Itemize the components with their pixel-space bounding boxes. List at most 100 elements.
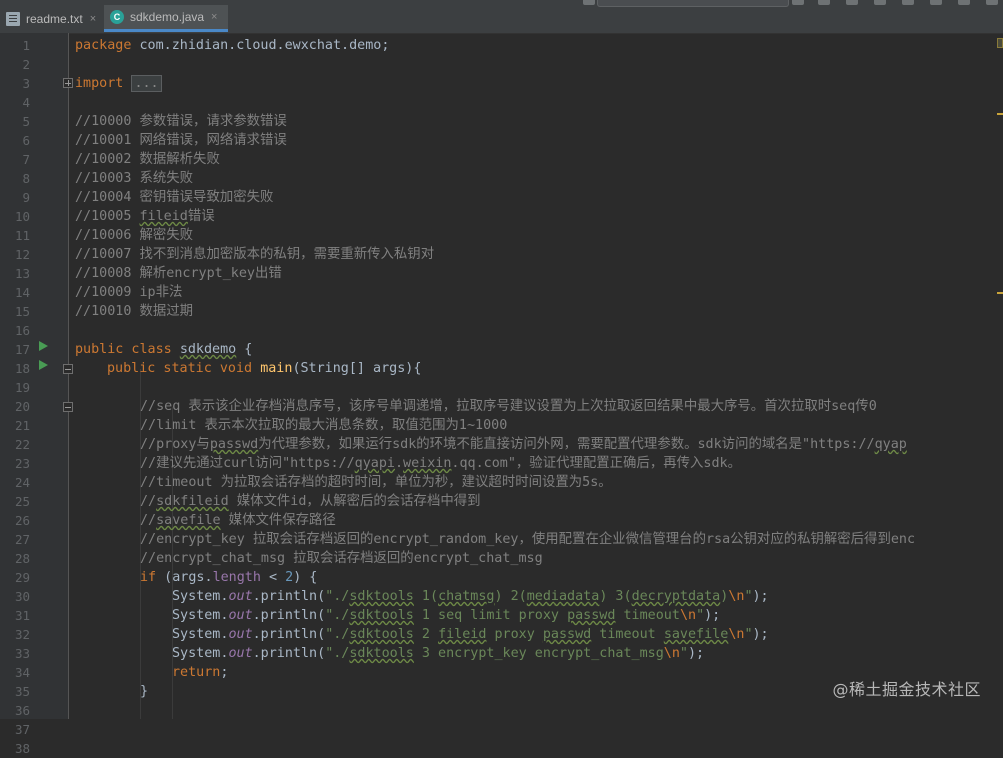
code-line-16: //10009 ip非法 <box>75 285 183 300</box>
java-class-icon: C <box>110 10 124 24</box>
line-number: 10 <box>14 209 30 224</box>
line-number: 25 <box>14 494 30 509</box>
watermark: @稀土掘金技术社区 <box>832 680 981 699</box>
editor-tab-bar: readme.txt × C sdkdemo.java × <box>0 0 1003 34</box>
code-line-12: //10005 fileid错误 <box>75 209 215 224</box>
tab-label: sdkdemo.java <box>130 10 205 24</box>
line-number: 38 <box>14 741 30 756</box>
code-line-3: import ... <box>75 74 162 93</box>
line-number: 9 <box>22 190 30 205</box>
line-number: 8 <box>22 171 30 186</box>
code-line-32: System.out.println("./sdktools 1(chatmsg… <box>172 589 769 604</box>
line-number: 18 <box>14 361 30 376</box>
code-line-20: public static void main(String[] args){ <box>107 361 422 376</box>
code-line-27: //sdkfileid 媒体文件id，从解密后的会话存档中得到 <box>140 494 481 509</box>
tab-readme[interactable]: readme.txt × <box>0 5 104 32</box>
line-number: 31 <box>14 608 30 623</box>
search-everywhere-box[interactable] <box>597 0 789 7</box>
line-number: 4 <box>22 95 30 110</box>
line-number: 14 <box>14 285 30 300</box>
expand-fold-icon[interactable] <box>63 78 73 88</box>
profile-icon[interactable] <box>902 0 914 5</box>
code-line-33: System.out.println("./sdktools 1 seq lim… <box>172 608 721 623</box>
line-number: 36 <box>14 703 30 718</box>
line-number: 16 <box>14 323 30 338</box>
folded-imports[interactable]: ... <box>131 75 162 92</box>
code-line-30: //encrypt_chat_msg 拉取会话存档返回的encrypt_chat… <box>140 551 543 566</box>
line-number: 32 <box>14 627 30 642</box>
line-number: 21 <box>14 418 30 433</box>
debug-icon[interactable] <box>846 0 858 5</box>
line-number: 27 <box>14 532 30 547</box>
close-icon[interactable]: × <box>90 13 96 25</box>
code-line-28: //savefile 媒体文件保存路径 <box>140 513 336 528</box>
code-line-11: //10004 密钥错误导致加密失败 <box>75 190 274 205</box>
code-line-1: package com.zhidian.cloud.ewxchat.demo; <box>75 38 390 53</box>
line-number: 26 <box>14 513 30 528</box>
code-line-24: //proxy与passwd为代理参数，如果运行sdk的环境不能直接访问外网，需… <box>140 437 907 452</box>
line-number: 23 <box>14 456 30 471</box>
line-number: 17 <box>14 342 30 357</box>
line-number: 1 <box>22 38 30 53</box>
code-line-36: return; <box>172 665 229 680</box>
line-number: 19 <box>14 380 30 395</box>
line-number: 11 <box>14 228 30 243</box>
line-number: 22 <box>14 437 30 452</box>
vcs-icon[interactable] <box>958 0 970 5</box>
code-line-17: //10010 数据过期 <box>75 304 194 319</box>
dropdown-icon[interactable] <box>583 0 595 5</box>
text-file-icon <box>6 11 20 26</box>
code-line-10: //10003 系统失败 <box>75 171 194 186</box>
line-number: 2 <box>22 57 30 72</box>
warning-marker[interactable] <box>997 113 1003 115</box>
line-number: 30 <box>14 589 30 604</box>
run-class-icon[interactable] <box>39 341 48 351</box>
inspection-status-icon[interactable] <box>997 38 1003 48</box>
line-number: 6 <box>22 133 30 148</box>
code-line-15: //10008 解析encrypt_key出错 <box>75 266 282 281</box>
warning-marker[interactable] <box>997 292 1003 294</box>
line-number: 13 <box>14 266 30 281</box>
code-line-23: //limit 表示本次拉取的最大消息条数，取值范围为1~1000 <box>140 418 508 433</box>
code-line-19: public class sdkdemo { <box>75 342 253 357</box>
line-number: 29 <box>14 570 30 585</box>
code-line-26: //timeout 为拉取会话存档的超时时间，单位为秒，建议超时时间设置为5s。 <box>140 475 612 490</box>
line-number: 3 <box>22 76 30 91</box>
code-line-37: } <box>140 684 149 699</box>
line-number: 35 <box>14 684 30 699</box>
line-number: 12 <box>14 247 30 262</box>
code-line-25: //建议先通过curl访问"https://qyapi.weixin.qq.co… <box>140 456 741 471</box>
line-number: 37 <box>14 722 30 737</box>
code-line-8: //10001 网络错误，网络请求错误 <box>75 133 287 148</box>
line-number: 28 <box>14 551 30 566</box>
code-line-31: if (args.length < 2) { <box>140 570 318 585</box>
line-number: 24 <box>14 475 30 490</box>
code-line-7: //10000 参数错误，请求参数错误 <box>75 114 287 129</box>
line-number: 20 <box>14 399 30 414</box>
collapse-fold-icon[interactable] <box>63 402 73 412</box>
code-editor[interactable]: package com.zhidian.cloud.ewxchat.demo; … <box>69 33 1003 719</box>
run-icon[interactable] <box>818 0 830 5</box>
line-number: 33 <box>14 646 30 661</box>
code-line-13: //10006 解密失败 <box>75 228 194 243</box>
tab-sdkdemo[interactable]: C sdkdemo.java × <box>104 5 228 32</box>
collapse-fold-icon[interactable] <box>63 364 73 374</box>
line-number: 15 <box>14 304 30 319</box>
code-line-9: //10002 数据解析失败 <box>75 152 220 167</box>
line-number: 5 <box>22 114 30 129</box>
code-line-34: System.out.println("./sdktools 2 fileid … <box>172 627 769 642</box>
run-config-icon[interactable] <box>792 0 804 5</box>
coverage-icon[interactable] <box>874 0 886 5</box>
stop-icon[interactable] <box>930 0 942 5</box>
tab-label: readme.txt <box>26 11 83 26</box>
code-line-29: //encrypt_key 拉取会话存档返回的encrypt_random_ke… <box>140 532 916 547</box>
code-line-14: //10007 找不到消息加密版本的私钥，需要重新传入私钥对 <box>75 247 435 262</box>
line-number-gutter: 1 2 3 4 5 6 7 8 9 10 11 12 13 14 15 16 17 18 19 20 21 22 23 24 2… <box>0 33 69 756</box>
code-line-22: //seq 表示该企业存档消息序号，该序号单调递增，拉取序号建议设置为上次拉取返… <box>140 399 877 414</box>
run-main-icon[interactable] <box>39 360 48 370</box>
code-line-35: System.out.println("./sdktools 3 encrypt… <box>172 646 705 661</box>
close-icon[interactable]: × <box>211 11 217 23</box>
line-number: 34 <box>14 665 30 680</box>
line-number: 7 <box>22 152 30 167</box>
search-icon[interactable] <box>986 0 998 5</box>
